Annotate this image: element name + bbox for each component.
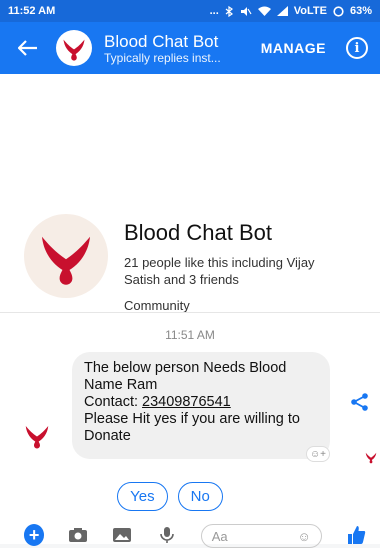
- profile-avatar[interactable]: [24, 214, 108, 298]
- message-row: The below person Needs Blood Name Ram Co…: [20, 352, 377, 464]
- back-arrow-icon: [18, 40, 37, 56]
- message-line: Name Ram: [84, 377, 158, 393]
- message-bubble[interactable]: The below person Needs Blood Name Ram Co…: [72, 352, 330, 459]
- network-label: VoLTE: [293, 5, 327, 17]
- divider: [0, 312, 380, 313]
- composer-bar: + Aa ☺: [0, 518, 380, 548]
- blood-logo-icon: [25, 426, 49, 449]
- info-icon[interactable]: i: [346, 37, 368, 59]
- status-time: 11:52 AM: [8, 5, 56, 17]
- chat-subtitle: Typically replies inst...: [104, 50, 221, 65]
- notification-dots: ...: [209, 5, 219, 17]
- message-timestamp: 11:51 AM: [165, 328, 215, 342]
- bot-avatar[interactable]: [56, 30, 92, 66]
- emoji-icon[interactable]: ☺: [298, 529, 311, 544]
- share-button[interactable]: [350, 392, 370, 417]
- wifi-icon: [257, 6, 271, 16]
- battery-icon: [333, 5, 344, 17]
- message-line: The below person Needs Blood: [84, 360, 287, 376]
- contact-phone-link[interactable]: 23409876541: [142, 394, 231, 410]
- share-icon: [351, 393, 368, 411]
- signal-icon: [276, 6, 288, 16]
- chat-title: Blood Chat Bot: [104, 31, 219, 51]
- quick-replies: Yes No: [0, 482, 360, 511]
- mute-icon: [240, 6, 252, 16]
- read-receipt-avatar: [364, 450, 378, 469]
- profile-name: Blood Chat Bot: [124, 220, 272, 245]
- app-bar: Blood Chat Bot Typically replies inst...…: [0, 22, 380, 74]
- mic-button[interactable]: [157, 524, 177, 546]
- bot-profile-card: Blood Chat Bot 21 people like this inclu…: [24, 214, 354, 313]
- blood-logo-icon: [42, 236, 90, 285]
- sender-avatar[interactable]: [20, 418, 54, 452]
- image-icon: [113, 528, 132, 542]
- thumbs-up-icon: [347, 526, 366, 544]
- battery-level: 63%: [349, 5, 372, 17]
- blood-logo-icon: [365, 452, 377, 464]
- blood-logo-icon: [63, 39, 85, 61]
- message-line: Please Hit yes if you are willing to Don…: [84, 411, 300, 444]
- manage-button[interactable]: MANAGE: [261, 40, 326, 56]
- plus-icon[interactable]: +: [24, 524, 45, 546]
- message-input[interactable]: Aa ☺: [200, 524, 322, 548]
- like-button[interactable]: [346, 524, 366, 546]
- profile-category: Community: [124, 298, 190, 313]
- message-thread[interactable]: Blood Chat Bot 21 people like this inclu…: [0, 74, 380, 518]
- camera-button[interactable]: [68, 524, 88, 546]
- status-bar: 11:52 AM ... VoLTE 63%: [0, 0, 380, 22]
- bluetooth-icon: [225, 5, 233, 17]
- quick-reply-yes[interactable]: Yes: [117, 482, 168, 511]
- contact-label: Contact:: [84, 394, 143, 410]
- add-reaction-icon[interactable]: ☺+: [306, 446, 330, 462]
- quick-reply-no[interactable]: No: [177, 482, 223, 511]
- microphone-icon: [159, 527, 174, 543]
- message-input-placeholder: Aa: [211, 528, 228, 544]
- camera-icon: [69, 528, 88, 542]
- gallery-button[interactable]: [112, 524, 132, 546]
- back-button[interactable]: [14, 34, 42, 62]
- profile-likes: 21 people like this including Vijay Sati…: [124, 255, 315, 287]
